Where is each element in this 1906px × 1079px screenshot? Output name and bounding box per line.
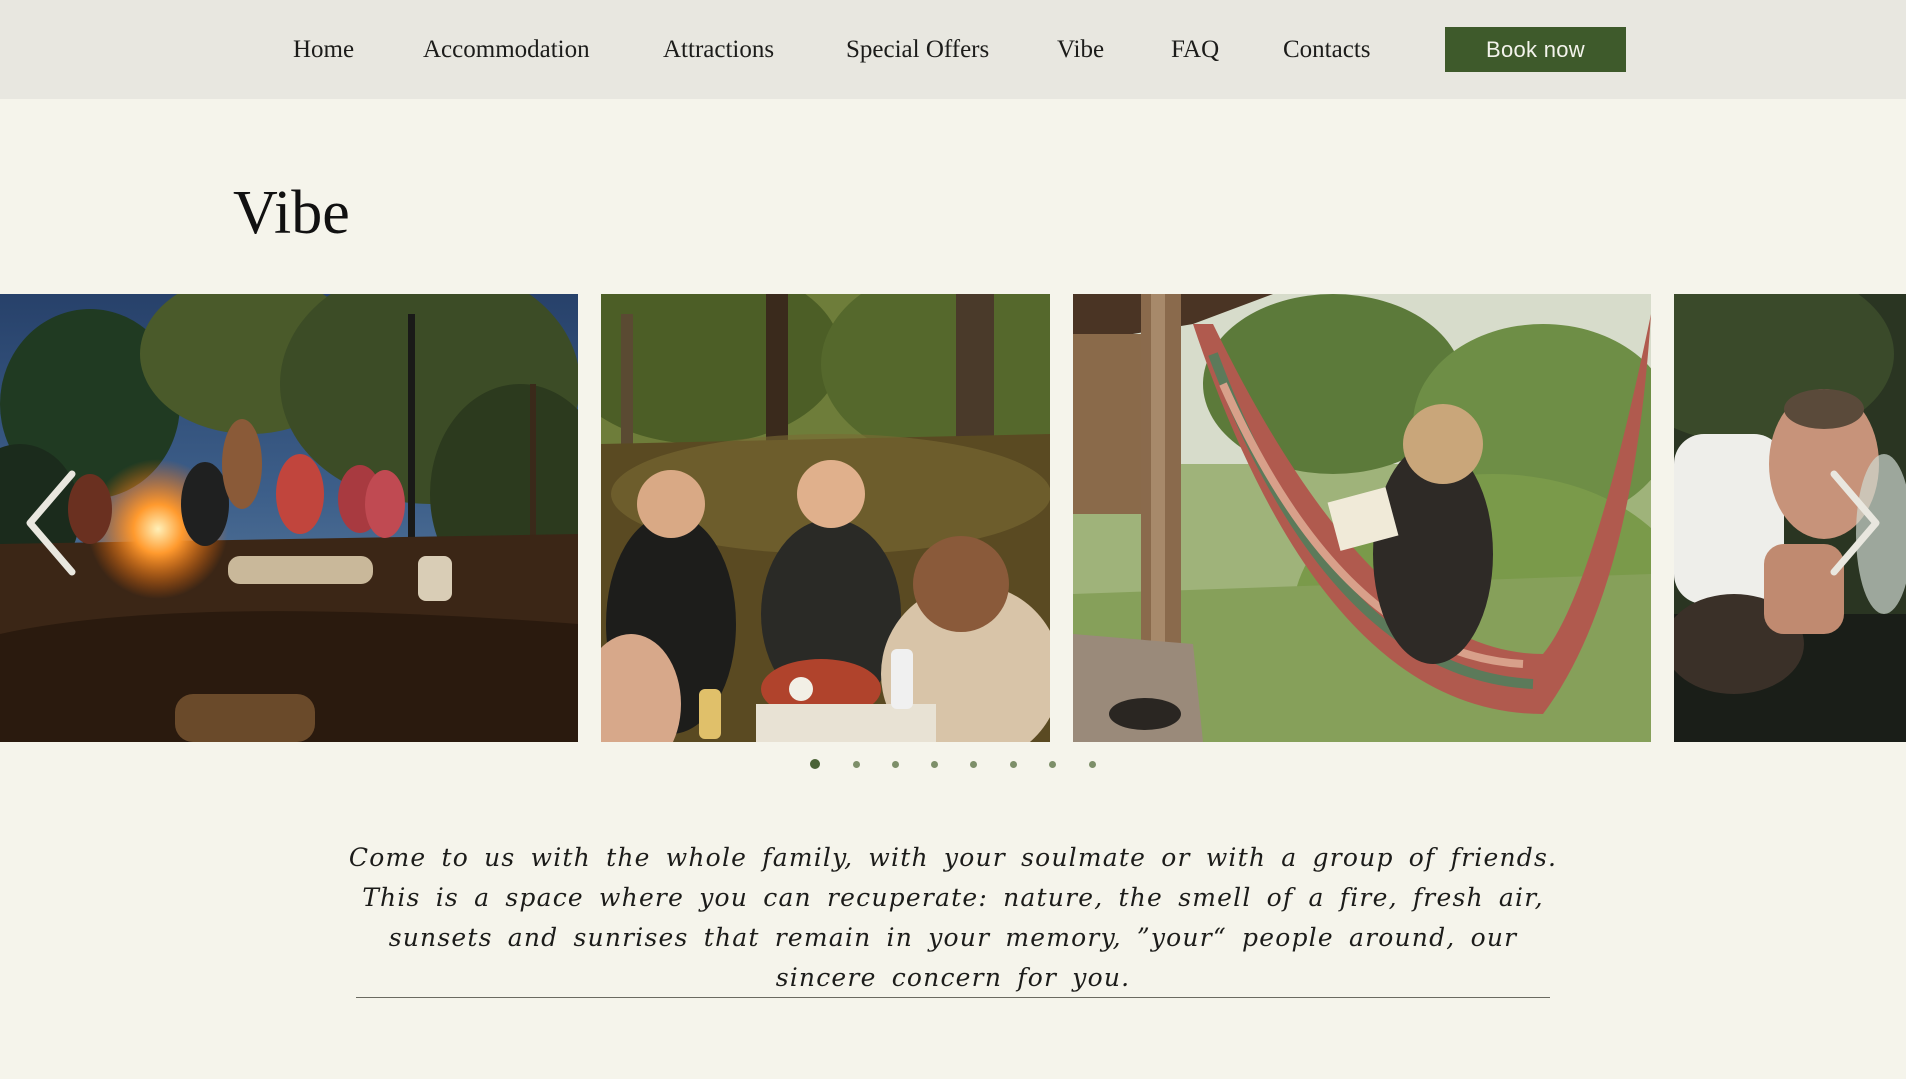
nav-special-offers[interactable]: Special Offers <box>846 36 989 64</box>
section-divider <box>356 997 1550 998</box>
carousel-dot-6[interactable] <box>1010 761 1017 768</box>
carousel-dot-5[interactable] <box>970 761 977 768</box>
carousel-pagination <box>0 758 1906 772</box>
nav-contacts[interactable]: Contacts <box>1283 36 1371 64</box>
chevron-left-icon <box>26 470 76 576</box>
carousel-dot-7[interactable] <box>1049 761 1056 768</box>
chevron-right-icon <box>1830 470 1880 576</box>
carousel-dot-3[interactable] <box>892 761 899 768</box>
slide-campfire-image[interactable] <box>0 294 578 742</box>
nav-attractions[interactable]: Attractions <box>663 36 774 64</box>
nav-home[interactable]: Home <box>293 36 354 64</box>
carousel-dot-1[interactable] <box>810 759 820 769</box>
carousel-dot-4[interactable] <box>931 761 938 768</box>
intro-paragraph: Come to us with the whole family, with y… <box>348 843 1558 992</box>
nav-accommodation[interactable]: Accommodation <box>423 36 590 64</box>
slide-picnic-image[interactable] <box>601 294 1050 742</box>
nav-faq[interactable]: FAQ <box>1171 36 1219 64</box>
carousel-dot-8[interactable] <box>1089 761 1096 768</box>
nav-vibe[interactable]: Vibe <box>1057 36 1104 64</box>
top-navigation: Home Accommodation Attractions Special O… <box>0 0 1906 99</box>
carousel-dot-2[interactable] <box>853 761 860 768</box>
book-now-button[interactable]: Book now <box>1445 27 1626 72</box>
carousel-next-button[interactable] <box>1826 468 1886 578</box>
slide-hammock-image[interactable] <box>1073 294 1651 742</box>
carousel-prev-button[interactable] <box>20 468 80 578</box>
page-title: Vibe <box>233 179 350 247</box>
